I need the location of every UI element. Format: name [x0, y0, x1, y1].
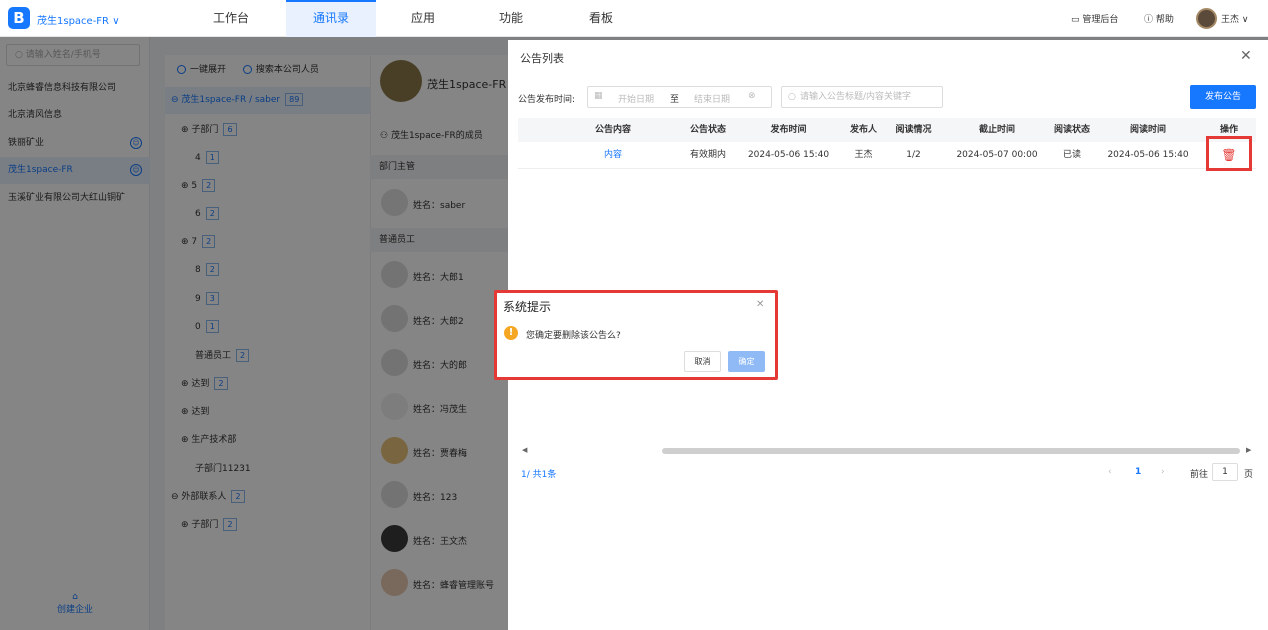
- col-content: 公告内容: [594, 125, 631, 135]
- publish-announcement-button[interactable]: 发布公告: [1190, 85, 1256, 109]
- table-row: 内容 有效期内 2024-05-06 15:40 王杰 1/2 2024-05-…: [518, 142, 1256, 169]
- user-avatar[interactable]: [1196, 8, 1217, 29]
- help-link[interactable]: ⓘ 帮助: [1144, 12, 1174, 25]
- col-publisher: 发布人: [849, 125, 877, 135]
- cell-read-time: 2024-05-06 15:40: [1107, 150, 1189, 160]
- range-separator: 至: [670, 95, 680, 105]
- user-menu[interactable]: 王杰 ∨: [1221, 12, 1248, 25]
- clear-icon[interactable]: ⊗: [748, 91, 756, 101]
- nav-dashboard[interactable]: 看板: [556, 0, 646, 37]
- goto-page-input[interactable]: 1: [1212, 463, 1238, 481]
- prev-page-icon[interactable]: ‹: [1108, 467, 1112, 477]
- panel-title: 公告列表: [520, 52, 564, 65]
- nav-workbench[interactable]: 工作台: [186, 0, 276, 37]
- cell-read-state: 已读: [1062, 150, 1081, 160]
- col-read-state: 阅读状态: [1053, 125, 1090, 135]
- close-icon[interactable]: ✕: [1240, 48, 1252, 64]
- question-icon: ⓘ: [1144, 15, 1154, 25]
- dialog-close-icon[interactable]: ✕: [756, 299, 764, 310]
- content-link[interactable]: 内容: [558, 142, 668, 169]
- cell-publisher: 王杰: [854, 150, 873, 160]
- dialog-message: 您确定要删除该公告么?: [526, 331, 621, 341]
- page-unit: 页: [1244, 470, 1254, 480]
- delete-highlight: [1206, 136, 1252, 171]
- confirm-button[interactable]: 确定: [728, 351, 765, 372]
- search-icon: ○: [788, 92, 796, 102]
- scroll-left-icon[interactable]: ◀: [522, 446, 527, 454]
- goto-label: 前往: [1190, 470, 1209, 480]
- cell-read-count: 1/2: [906, 150, 921, 160]
- calendar-icon: ▦: [594, 91, 603, 101]
- cell-status: 有效期内: [689, 150, 726, 160]
- cancel-button[interactable]: 取消: [684, 351, 721, 372]
- page-info: 1/ 共1条: [521, 470, 557, 480]
- col-deadline: 截止时间: [978, 125, 1015, 135]
- nav-functions[interactable]: 功能: [466, 0, 556, 37]
- nav-contacts[interactable]: 通讯录: [286, 0, 376, 37]
- monitor-icon: ▭: [1071, 15, 1080, 25]
- scroll-right-icon[interactable]: ▶: [1246, 446, 1251, 454]
- col-publish-time: 发布时间: [770, 125, 807, 135]
- col-read-status: 阅读情况: [895, 125, 932, 135]
- admin-link[interactable]: ▭ 管理后台: [1071, 12, 1118, 25]
- app-logo-icon: B: [8, 7, 30, 29]
- col-read-time: 阅读时间: [1129, 125, 1166, 135]
- cell-deadline: 2024-05-07 00:00: [956, 150, 1038, 160]
- start-date-input[interactable]: 开始日期: [618, 92, 654, 105]
- announcement-search-input[interactable]: ○ 请输入公告标题/内容关键字: [781, 86, 943, 108]
- page-number[interactable]: 1: [1135, 467, 1141, 477]
- table-header: 公告内容 公告状态 发布时间 发布人 阅读情况 截止时间 阅读状态 阅读时间 操…: [518, 118, 1256, 142]
- nav-apps[interactable]: 应用: [378, 0, 468, 37]
- cell-publish-time: 2024-05-06 15:40: [747, 150, 830, 160]
- col-status: 公告状态: [689, 125, 726, 135]
- next-page-icon[interactable]: ›: [1161, 467, 1165, 477]
- company-switcher[interactable]: 茂生1space-FR ∨: [37, 12, 120, 27]
- dialog-title: 系统提示: [503, 300, 552, 314]
- warning-icon: !: [504, 326, 518, 340]
- filter-label: 公告发布时间:: [518, 95, 576, 105]
- date-range-picker[interactable]: ▦ 开始日期 至 结束日期 ⊗: [587, 86, 772, 108]
- end-date-input[interactable]: 结束日期: [694, 92, 730, 105]
- scrollbar-thumb[interactable]: [662, 448, 1240, 454]
